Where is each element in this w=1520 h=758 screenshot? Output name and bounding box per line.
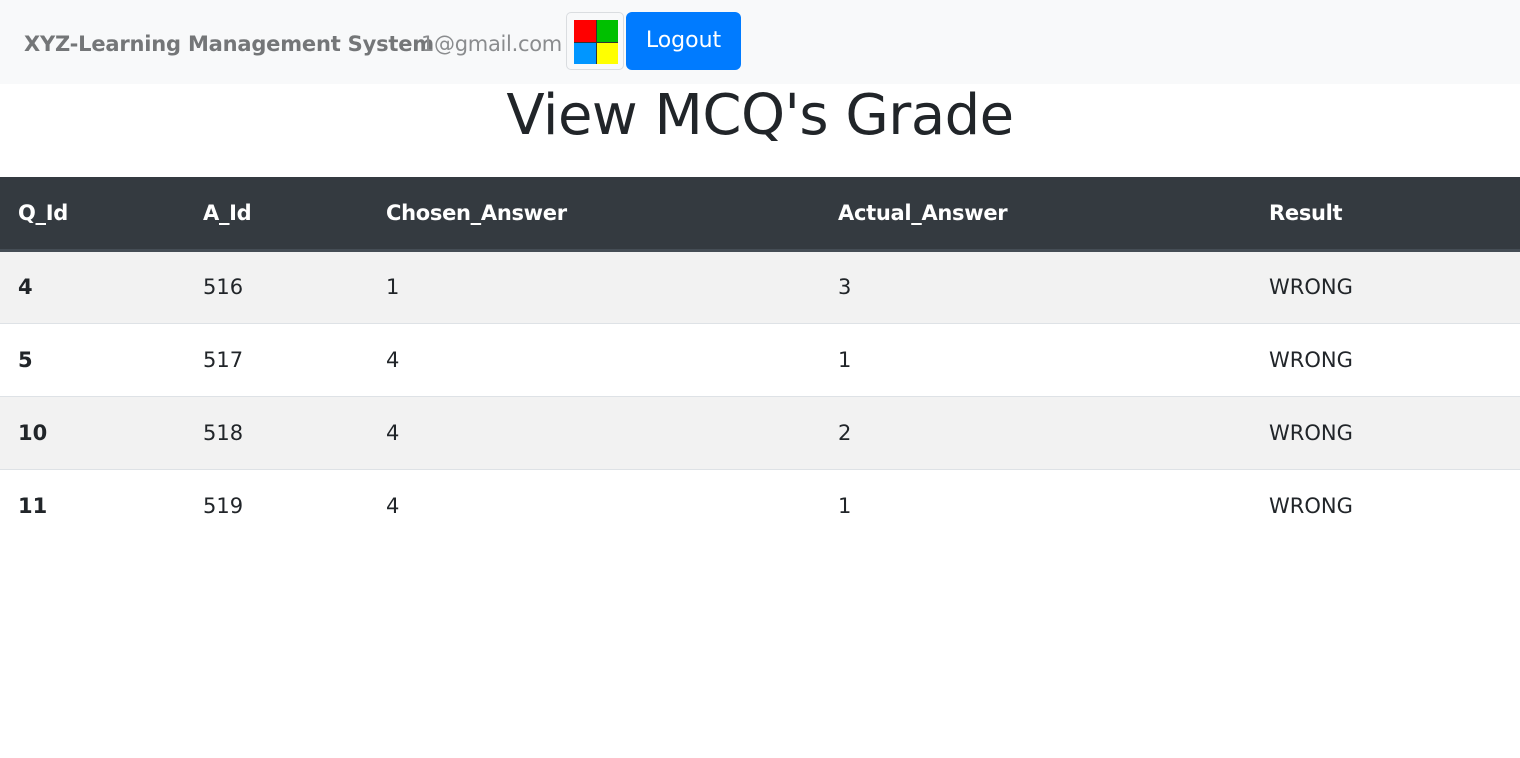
cell-actual-answer: 1 [820,468,1251,542]
column-header-chosen-answer: Chosen_Answer [368,177,820,252]
brand-link[interactable]: XYZ-Learning Management System [24,30,434,58]
grid-icon-cell-yellow [596,42,618,64]
cell-chosen-answer: 1 [368,249,820,323]
cell-actual-answer: 3 [820,249,1251,323]
cell-actual-answer: 2 [820,395,1251,469]
cell-result: WRONG [1251,468,1520,542]
cell-q-id: 11 [0,468,185,542]
navbar: XYZ-Learning Management System 1@gmail.c… [0,0,1520,84]
user-email: 1@gmail.com [421,32,562,56]
table-row: 10 518 4 2 WRONG [0,395,1520,469]
table-row: 4 516 1 3 WRONG [0,249,1520,323]
logout-button[interactable]: Logout [626,12,741,70]
cell-actual-answer: 1 [820,322,1251,396]
cell-chosen-answer: 4 [368,395,820,469]
cell-a-id: 517 [185,322,368,396]
grid-icon-cell-green [596,20,618,42]
cell-a-id: 518 [185,395,368,469]
column-header-q-id: Q_Id [0,177,185,252]
table-header-row: Q_Id A_Id Chosen_Answer Actual_Answer Re… [0,177,1520,252]
table-row: 11 519 4 1 WRONG [0,468,1520,542]
table-row: 5 517 4 1 WRONG [0,322,1520,396]
menu-toggle-button[interactable] [566,12,624,70]
cell-result: WRONG [1251,395,1520,469]
column-header-a-id: A_Id [185,177,368,252]
cell-q-id: 4 [0,249,185,323]
grades-table: Q_Id A_Id Chosen_Answer Actual_Answer Re… [0,177,1520,542]
cell-result: WRONG [1251,249,1520,323]
cell-result: WRONG [1251,322,1520,396]
cell-q-id: 10 [0,395,185,469]
grid-icon-cell-blue [574,42,596,64]
cell-chosen-answer: 4 [368,468,820,542]
cell-q-id: 5 [0,322,185,396]
column-header-result: Result [1251,177,1520,252]
cell-chosen-answer: 4 [368,322,820,396]
cell-a-id: 516 [185,249,368,323]
grid-icon-cell-red [574,20,596,42]
colored-grid-icon [574,20,618,64]
cell-a-id: 519 [185,468,368,542]
page-title: View MCQ's Grade [506,83,1014,148]
column-header-actual-answer: Actual_Answer [820,177,1251,252]
